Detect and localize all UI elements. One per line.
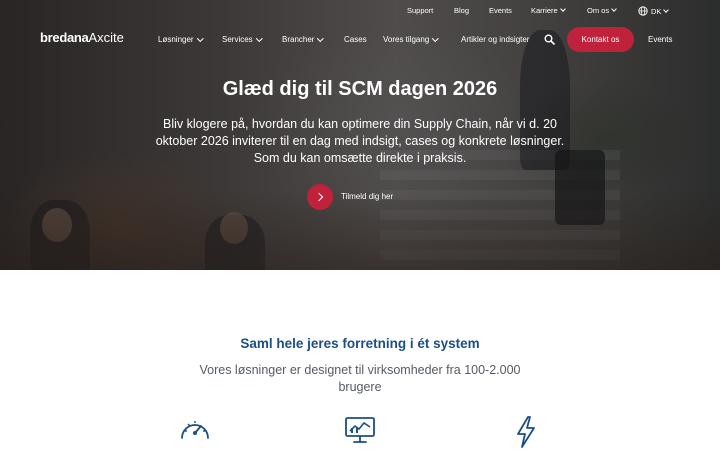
- nav-label: Brancher: [282, 35, 315, 44]
- chevron-right-icon: [314, 192, 324, 202]
- search-icon[interactable]: [544, 34, 555, 45]
- nav-brancher[interactable]: Brancher: [282, 34, 324, 44]
- section-title: Saml hele jeres forretning i ét system: [240, 336, 480, 351]
- nav-label: Artikler og indsigter: [461, 35, 530, 44]
- nav-label: Cases: [344, 35, 367, 44]
- chevron-down-icon: [663, 6, 670, 13]
- hero-banner: Support Blog Events Karriere Om os DK br…: [0, 0, 720, 270]
- nav-label: Vores tilgang: [383, 35, 430, 44]
- utility-link-support[interactable]: Support: [407, 6, 433, 15]
- brand-logo[interactable]: bredanaAxcite: [40, 30, 124, 45]
- monitor-chart-icon: [345, 417, 375, 443]
- nav-label: Løsninger: [158, 35, 194, 44]
- lightning-icon: [517, 416, 535, 448]
- hero-subtitle: Bliv klogere på, hvordan du kan optimere…: [155, 117, 565, 165]
- nav-cases[interactable]: Cases: [344, 35, 367, 44]
- utility-link-events[interactable]: Events: [489, 6, 512, 15]
- nav-losninger[interactable]: Løsninger: [158, 34, 204, 44]
- brand-logo-light: Axcite: [88, 30, 124, 45]
- utility-link-blog[interactable]: Blog: [454, 6, 469, 15]
- utility-dropdown-om-os[interactable]: Om os: [587, 6, 617, 15]
- brand-logo-bold: bredana: [40, 30, 89, 45]
- utility-link-label: Blog: [454, 6, 470, 15]
- globe-icon: [638, 6, 648, 16]
- section-subtitle: Vores løsninger er designet til virksomh…: [199, 363, 521, 394]
- utility-link-label: Karriere: [531, 6, 558, 15]
- signup-link[interactable]: Tilmeld dig her: [341, 192, 393, 201]
- nav-artikler[interactable]: Artikler og indsigter: [461, 35, 529, 44]
- hero-floor-gradient: [0, 190, 720, 270]
- chevron-down-icon: [559, 6, 566, 12]
- language-selector[interactable]: DK: [638, 6, 670, 16]
- nav-vores-tilgang[interactable]: Vores tilgang: [383, 34, 439, 44]
- nav-services[interactable]: Services: [222, 34, 263, 44]
- signup-arrow-button[interactable]: [307, 184, 333, 210]
- hero-title: Glæd dig til SCM dagen 2026: [222, 78, 498, 100]
- language-label: DK: [651, 6, 662, 16]
- speedometer-icon: [181, 421, 209, 439]
- utility-link-label: Support: [407, 6, 434, 15]
- chevron-down-icon: [317, 34, 324, 42]
- nav-events[interactable]: Events: [648, 35, 672, 44]
- utility-dropdown-karriere[interactable]: Karriere: [531, 6, 566, 15]
- chevron-down-icon: [196, 34, 204, 42]
- chevron-down-icon: [432, 34, 439, 42]
- utility-link-label: Events: [489, 6, 512, 15]
- nav-label: Services: [222, 35, 253, 44]
- contact-button[interactable]: Kontakt os: [567, 27, 634, 52]
- chevron-down-icon: [255, 34, 263, 42]
- chevron-down-icon: [611, 6, 617, 12]
- utility-link-label: Om os: [587, 6, 610, 15]
